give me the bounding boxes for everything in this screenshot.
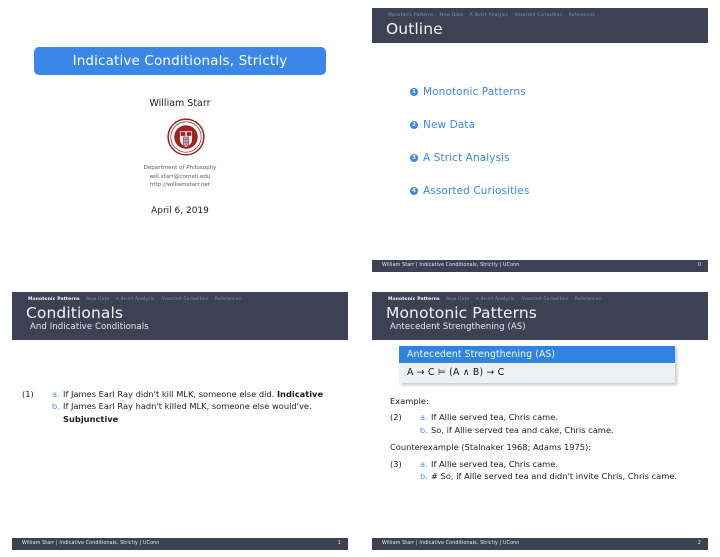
nav-item-monotonic-patterns[interactable]: Monotonic Patterns	[388, 13, 434, 18]
example-text: If James Earl Ray hadn't killed MLK, som…	[63, 401, 312, 424]
example-number: (1)	[22, 389, 34, 399]
cornell-seal-icon	[167, 118, 205, 156]
slide-footer: William Starr | Indicative Conditionals,…	[372, 538, 708, 550]
slide-outline: Monotonic Patterns New Data A Strict Ana…	[372, 8, 708, 272]
frame-title: Monotonic Patterns	[386, 304, 537, 322]
block-formula: A → C ⊨ (A ∧ B) → C	[399, 363, 675, 383]
example-letter: a.	[420, 458, 428, 469]
presentation-title: Indicative Conditionals, Strictly	[72, 53, 288, 69]
outline-list: 1 Monotonic Patterns 2 New Data 3 A Stri…	[410, 86, 680, 218]
example-block-3: (3) a. If Allie served tea, Chris came. …	[390, 458, 700, 483]
example-row: a. If Allie served tea, Chris came.	[420, 411, 700, 423]
nav-item-assorted-curiosities[interactable]: Assorted Curiosities	[515, 13, 562, 18]
nav-item-a-strict-analysis[interactable]: A Strict Analysis	[476, 297, 515, 302]
example-row: b. If James Earl Ray hadn't killed MLK, …	[52, 400, 338, 425]
slide-body: Example: (2) a. If Allie served tea, Chr…	[390, 395, 700, 484]
outline-item-label: A Strict Analysis	[423, 152, 510, 164]
nav-item-new-data[interactable]: New Data	[86, 297, 109, 302]
section-nav[interactable]: Monotonic Patterns New Data A Strict Ana…	[382, 12, 698, 19]
section-nav[interactable]: Monotonic Patterns New Data A Strict Ana…	[22, 296, 338, 303]
frame-title: Conditionals	[26, 304, 124, 322]
outline-item-assorted-curiosities[interactable]: 4 Assorted Curiosities	[410, 185, 680, 197]
page-number: 2	[697, 541, 701, 546]
example-row: a. If James Earl Ray didn't kill MLK, so…	[52, 388, 338, 400]
example-letter: a.	[420, 412, 428, 423]
nav-item-new-data[interactable]: New Data	[446, 297, 469, 302]
nav-item-references[interactable]: References	[215, 297, 241, 302]
example-row: b. So, if Allie served tea and cake, Chr…	[420, 424, 700, 436]
author-name: William Starr	[149, 98, 211, 109]
example-text: If James Earl Ray didn't kill MLK, someo…	[63, 389, 324, 399]
example-text: If Allie served tea, Chris came.	[431, 412, 559, 423]
example-letter: b.	[52, 401, 60, 412]
nav-item-monotonic-patterns[interactable]: Monotonic Patterns	[388, 297, 440, 302]
example-block-1: (1) a. If James Earl Ray didn't kill MLK…	[22, 388, 338, 425]
example-number: (3)	[390, 458, 402, 469]
institution-block: Department of Philosophy will.starr@corn…	[12, 164, 348, 190]
slide-header-bar: Monotonic Patterns New Data A Strict Ana…	[12, 292, 348, 340]
slide-header-bar: Monotonic Patterns New Data A Strict Ana…	[372, 292, 708, 340]
slide-header-bar: Monotonic Patterns New Data A Strict Ana…	[372, 8, 708, 43]
outline-number-badge: 1	[410, 88, 418, 96]
nav-item-references[interactable]: References	[569, 13, 595, 18]
presentation-handout-page: Indicative Conditionals, Strictly Willia…	[0, 0, 720, 557]
presentation-date: April 6, 2019	[151, 206, 209, 216]
slide-monotonic-patterns: Monotonic Patterns New Data A Strict Ana…	[372, 292, 708, 550]
example-row: a. If Allie served tea, Chris came.	[420, 458, 700, 470]
nav-item-new-data[interactable]: New Data	[440, 13, 463, 18]
footer-text: William Starr | Indicative Conditionals,…	[382, 263, 520, 268]
website-line: http://williamstarr.net	[149, 182, 211, 189]
example-text: So, if Allie served tea and cake, Chris …	[431, 424, 614, 435]
department-line: Department of Philosophy	[143, 165, 217, 171]
nav-item-monotonic-patterns[interactable]: Monotonic Patterns	[28, 297, 80, 302]
nav-item-assorted-curiosities[interactable]: Assorted Curiosities	[161, 297, 208, 302]
slide-conditionals: Monotonic Patterns New Data A Strict Ana…	[12, 292, 348, 550]
page-number: 1	[337, 541, 341, 546]
outline-number-badge: 3	[410, 154, 418, 162]
example-text: # So, if Allie served tea and didn't inv…	[431, 471, 678, 482]
footer-text: William Starr | Indicative Conditionals,…	[22, 541, 160, 546]
example-gloss: Indicative	[276, 389, 324, 399]
presentation-title-banner: Indicative Conditionals, Strictly	[34, 47, 326, 75]
footer-text: William Starr | Indicative Conditionals,…	[382, 541, 520, 546]
block-title: Antecedent Strengthening (AS)	[399, 346, 675, 363]
example-row: b. # So, if Allie served tea and didn't …	[420, 470, 700, 482]
outline-number-badge: 2	[410, 121, 418, 129]
outline-item-label: Monotonic Patterns	[423, 86, 526, 98]
example-gloss: Subjunctive	[63, 413, 119, 424]
nav-item-assorted-curiosities[interactable]: Assorted Curiosities	[521, 297, 568, 302]
frame-subtitle: And Indicative Conditionals	[30, 322, 149, 332]
example-letter: b.	[420, 471, 428, 482]
example-letter: b.	[420, 424, 428, 435]
example-caption: Example:	[390, 396, 429, 406]
section-nav[interactable]: Monotonic Patterns New Data A Strict Ana…	[382, 296, 698, 303]
outline-item-label: New Data	[423, 119, 476, 131]
example-number: (2)	[390, 412, 402, 423]
example-text: If Allie served tea, Chris came.	[431, 458, 559, 469]
nav-item-a-strict-analysis[interactable]: A Strict Analysis	[470, 13, 509, 18]
outline-item-label: Assorted Curiosities	[423, 185, 530, 197]
email-line: will.starr@cornell.edu	[149, 173, 211, 180]
frame-title: Outline	[386, 20, 443, 38]
outline-item-a-strict-analysis[interactable]: 3 A Strict Analysis	[410, 152, 680, 164]
example-block-2: (2) a. If Allie served tea, Chris came. …	[390, 411, 700, 436]
slide-footer: William Starr | Indicative Conditionals,…	[12, 538, 348, 550]
example-letter: a.	[52, 389, 60, 399]
page-number: 0	[697, 263, 701, 268]
nav-item-a-strict-analysis[interactable]: A Strict Analysis	[116, 297, 155, 302]
outline-item-new-data[interactable]: 2 New Data	[410, 119, 680, 131]
slide-body: (1) a. If James Earl Ray didn't kill MLK…	[22, 388, 338, 427]
outline-number-badge: 4	[410, 187, 418, 195]
counterexample-caption: Counterexample (Stalnaker 1968; Adams 19…	[390, 442, 592, 453]
slide-footer: William Starr | Indicative Conditionals,…	[372, 260, 708, 272]
slide-title-page: Indicative Conditionals, Strictly Willia…	[12, 8, 348, 272]
antecedent-strengthening-block: Antecedent Strengthening (AS) A → C ⊨ (A…	[399, 346, 675, 383]
nav-item-references[interactable]: References	[575, 297, 601, 302]
frame-subtitle: Antecedent Strengthening (AS)	[390, 322, 526, 332]
outline-item-monotonic-patterns[interactable]: 1 Monotonic Patterns	[410, 86, 680, 98]
